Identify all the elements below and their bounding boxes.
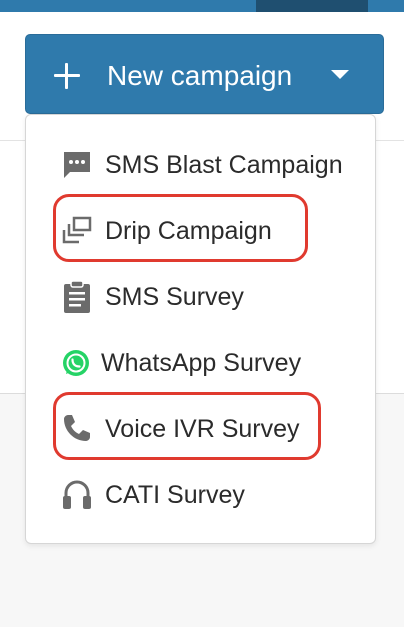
plus-icon (54, 63, 80, 89)
whatsapp-icon (63, 350, 89, 376)
menu-item-label: SMS Blast Campaign (105, 151, 343, 179)
menu-item-label: SMS Survey (105, 283, 244, 311)
phone-icon (64, 415, 90, 441)
menu-item-voice-ivr-survey[interactable]: Voice IVR Survey (26, 401, 377, 457)
headset-icon (63, 480, 91, 509)
sms-message-icon (64, 152, 90, 178)
menu-item-label: Voice IVR Survey (105, 415, 300, 443)
menu-item-label: Drip Campaign (105, 217, 272, 245)
menu-item-sms-blast-campaign[interactable]: SMS Blast Campaign (26, 137, 377, 193)
new-campaign-dropdown-menu: SMS Blast Campaign Drip Campaign SMS Sur… (25, 114, 376, 544)
top-nav-active-tab[interactable] (256, 0, 368, 12)
caret-down-icon[interactable] (331, 70, 349, 79)
menu-item-sms-survey[interactable]: SMS Survey (26, 269, 377, 325)
menu-item-label: WhatsApp Survey (101, 349, 302, 377)
menu-item-drip-campaign[interactable]: Drip Campaign (26, 203, 377, 259)
menu-item-whatsapp-survey[interactable]: WhatsApp Survey (26, 335, 377, 391)
menu-item-label: CATI Survey (105, 481, 245, 509)
new-campaign-label: New campaign (107, 60, 293, 91)
clipboard-icon (64, 280, 90, 313)
menu-item-cati-survey[interactable]: CATI Survey (26, 467, 377, 523)
layered-cards-icon (62, 216, 92, 244)
